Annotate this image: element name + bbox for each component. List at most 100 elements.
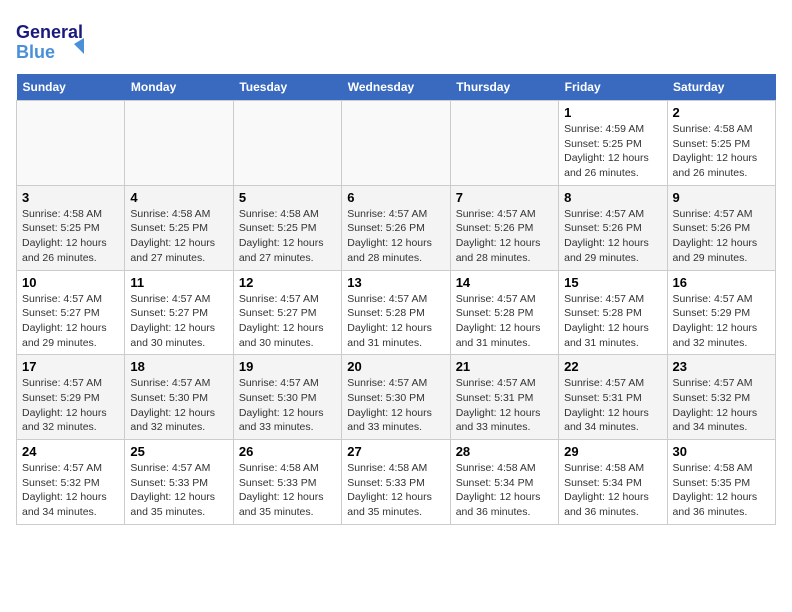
day-number: 7 <box>456 190 553 205</box>
calendar-cell: 21 Sunrise: 4:57 AM Sunset: 5:31 PM Dayli… <box>450 355 558 440</box>
day-info: Sunrise: 4:57 AM Sunset: 5:33 PM Dayligh… <box>130 461 227 520</box>
calendar-cell: 26 Sunrise: 4:58 AM Sunset: 5:33 PM Dayli… <box>233 440 341 525</box>
weekday-monday: Monday <box>125 74 233 101</box>
logo-svg: GeneralBlue <box>16 16 86 66</box>
day-info: Sunrise: 4:57 AM Sunset: 5:27 PM Dayligh… <box>239 292 336 351</box>
weekday-thursday: Thursday <box>450 74 558 101</box>
day-info: Sunrise: 4:57 AM Sunset: 5:28 PM Dayligh… <box>347 292 444 351</box>
day-info: Sunrise: 4:57 AM Sunset: 5:32 PM Dayligh… <box>673 376 770 435</box>
day-info: Sunrise: 4:58 AM Sunset: 5:33 PM Dayligh… <box>239 461 336 520</box>
calendar-cell: 13 Sunrise: 4:57 AM Sunset: 5:28 PM Dayli… <box>342 270 450 355</box>
svg-text:Blue: Blue <box>16 42 55 62</box>
day-info: Sunrise: 4:57 AM Sunset: 5:28 PM Dayligh… <box>564 292 661 351</box>
calendar-cell: 11 Sunrise: 4:57 AM Sunset: 5:27 PM Dayli… <box>125 270 233 355</box>
day-info: Sunrise: 4:58 AM Sunset: 5:25 PM Dayligh… <box>239 207 336 266</box>
day-info: Sunrise: 4:57 AM Sunset: 5:32 PM Dayligh… <box>22 461 119 520</box>
day-info: Sunrise: 4:57 AM Sunset: 5:29 PM Dayligh… <box>673 292 770 351</box>
calendar-cell: 17Sunrise: 4:57 AM Sunset: 5:29 PM Dayli… <box>17 355 125 440</box>
calendar-cell <box>342 101 450 186</box>
logo: GeneralBlue <box>16 16 86 66</box>
day-number: 22 <box>564 359 661 374</box>
calendar-week-3: 10 Sunrise: 4:57 AM Sunset: 5:27 PM Dayli… <box>17 270 776 355</box>
day-number: 27 <box>347 444 444 459</box>
day-number: 3 <box>22 190 119 205</box>
day-number: 25 <box>130 444 227 459</box>
calendar-cell: 28 Sunrise: 4:58 AM Sunset: 5:34 PM Dayli… <box>450 440 558 525</box>
calendar-cell: 14 Sunrise: 4:57 AM Sunset: 5:28 PM Dayli… <box>450 270 558 355</box>
day-number: 29 <box>564 444 661 459</box>
calendar-cell <box>17 101 125 186</box>
calendar-cell: 20Sunrise: 4:57 AM Sunset: 5:30 PM Dayli… <box>342 355 450 440</box>
day-number: 26 <box>239 444 336 459</box>
day-info: Sunrise: 4:58 AM Sunset: 5:34 PM Dayligh… <box>456 461 553 520</box>
calendar-cell: 10Sunrise: 4:57 AM Sunset: 5:27 PM Dayli… <box>17 270 125 355</box>
weekday-wednesday: Wednesday <box>342 74 450 101</box>
calendar-cell: 29 Sunrise: 4:58 AM Sunset: 5:34 PM Dayli… <box>559 440 667 525</box>
day-info: Sunrise: 4:59 AM Sunset: 5:25 PM Dayligh… <box>564 122 661 181</box>
day-number: 14 <box>456 275 553 290</box>
calendar-cell: 9 Sunrise: 4:57 AM Sunset: 5:26 PM Daylig… <box>667 185 775 270</box>
day-info: Sunrise: 4:58 AM Sunset: 5:35 PM Dayligh… <box>673 461 770 520</box>
calendar-cell <box>450 101 558 186</box>
day-number: 12 <box>239 275 336 290</box>
weekday-header-row: SundayMondayTuesdayWednesdayThursdayFrid… <box>17 74 776 101</box>
day-info: Sunrise: 4:58 AM Sunset: 5:25 PM Dayligh… <box>22 207 119 266</box>
day-info: Sunrise: 4:57 AM Sunset: 5:29 PM Dayligh… <box>22 376 119 435</box>
calendar-cell: 24Sunrise: 4:57 AM Sunset: 5:32 PM Dayli… <box>17 440 125 525</box>
calendar-table: SundayMondayTuesdayWednesdayThursdayFrid… <box>16 74 776 525</box>
weekday-sunday: Sunday <box>17 74 125 101</box>
day-number: 18 <box>130 359 227 374</box>
calendar-cell <box>233 101 341 186</box>
day-info: Sunrise: 4:57 AM Sunset: 5:30 PM Dayligh… <box>239 376 336 435</box>
calendar-cell: 1Sunrise: 4:59 AM Sunset: 5:25 PM Daylig… <box>559 101 667 186</box>
calendar-cell: 4Sunrise: 4:58 AM Sunset: 5:25 PM Daylig… <box>125 185 233 270</box>
calendar-cell <box>125 101 233 186</box>
calendar-cell: 12 Sunrise: 4:57 AM Sunset: 5:27 PM Dayli… <box>233 270 341 355</box>
day-info: Sunrise: 4:57 AM Sunset: 5:30 PM Dayligh… <box>347 376 444 435</box>
page-header: GeneralBlue <box>16 16 776 66</box>
day-number: 30 <box>673 444 770 459</box>
day-info: Sunrise: 4:57 AM Sunset: 5:26 PM Dayligh… <box>456 207 553 266</box>
day-info: Sunrise: 4:57 AM Sunset: 5:31 PM Dayligh… <box>564 376 661 435</box>
weekday-tuesday: Tuesday <box>233 74 341 101</box>
day-info: Sunrise: 4:58 AM Sunset: 5:33 PM Dayligh… <box>347 461 444 520</box>
day-number: 23 <box>673 359 770 374</box>
day-number: 8 <box>564 190 661 205</box>
calendar-cell: 8 Sunrise: 4:57 AM Sunset: 5:26 PM Daylig… <box>559 185 667 270</box>
svg-text:General: General <box>16 22 83 42</box>
calendar-cell: 7 Sunrise: 4:57 AM Sunset: 5:26 PM Daylig… <box>450 185 558 270</box>
calendar-cell: 25 Sunrise: 4:57 AM Sunset: 5:33 PM Dayli… <box>125 440 233 525</box>
day-info: Sunrise: 4:58 AM Sunset: 5:34 PM Dayligh… <box>564 461 661 520</box>
day-info: Sunrise: 4:57 AM Sunset: 5:26 PM Dayligh… <box>564 207 661 266</box>
day-info: Sunrise: 4:57 AM Sunset: 5:26 PM Dayligh… <box>347 207 444 266</box>
day-number: 4 <box>130 190 227 205</box>
calendar-week-1: 1Sunrise: 4:59 AM Sunset: 5:25 PM Daylig… <box>17 101 776 186</box>
calendar-cell: 18Sunrise: 4:57 AM Sunset: 5:30 PM Dayli… <box>125 355 233 440</box>
calendar-week-5: 24Sunrise: 4:57 AM Sunset: 5:32 PM Dayli… <box>17 440 776 525</box>
day-info: Sunrise: 4:57 AM Sunset: 5:28 PM Dayligh… <box>456 292 553 351</box>
day-number: 13 <box>347 275 444 290</box>
calendar-cell: 16 Sunrise: 4:57 AM Sunset: 5:29 PM Dayli… <box>667 270 775 355</box>
calendar-cell: 2Sunrise: 4:58 AM Sunset: 5:25 PM Daylig… <box>667 101 775 186</box>
calendar-cell: 22 Sunrise: 4:57 AM Sunset: 5:31 PM Dayli… <box>559 355 667 440</box>
day-number: 2 <box>673 105 770 120</box>
calendar-body: 1Sunrise: 4:59 AM Sunset: 5:25 PM Daylig… <box>17 101 776 525</box>
calendar-cell: 27 Sunrise: 4:58 AM Sunset: 5:33 PM Dayli… <box>342 440 450 525</box>
weekday-friday: Friday <box>559 74 667 101</box>
day-number: 10 <box>22 275 119 290</box>
day-number: 16 <box>673 275 770 290</box>
day-number: 9 <box>673 190 770 205</box>
calendar-week-4: 17Sunrise: 4:57 AM Sunset: 5:29 PM Dayli… <box>17 355 776 440</box>
day-number: 19 <box>239 359 336 374</box>
calendar-cell: 23 Sunrise: 4:57 AM Sunset: 5:32 PM Dayli… <box>667 355 775 440</box>
day-info: Sunrise: 4:57 AM Sunset: 5:27 PM Dayligh… <box>130 292 227 351</box>
calendar-cell: 5Sunrise: 4:58 AM Sunset: 5:25 PM Daylig… <box>233 185 341 270</box>
day-number: 28 <box>456 444 553 459</box>
day-info: Sunrise: 4:57 AM Sunset: 5:26 PM Dayligh… <box>673 207 770 266</box>
day-info: Sunrise: 4:57 AM Sunset: 5:31 PM Dayligh… <box>456 376 553 435</box>
day-number: 15 <box>564 275 661 290</box>
calendar-header: SundayMondayTuesdayWednesdayThursdayFrid… <box>17 74 776 101</box>
day-number: 21 <box>456 359 553 374</box>
weekday-saturday: Saturday <box>667 74 775 101</box>
day-number: 11 <box>130 275 227 290</box>
